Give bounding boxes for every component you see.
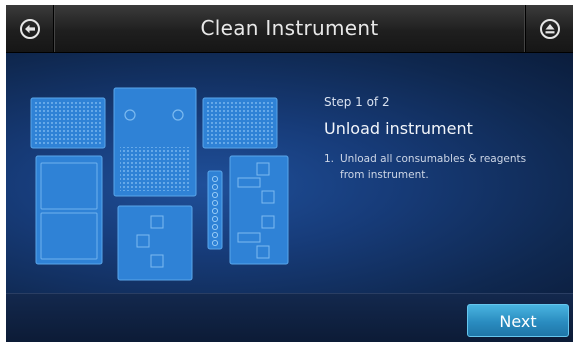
tube-strip <box>207 170 223 250</box>
instruction-number: 1. <box>324 153 335 165</box>
plate-top-right <box>202 97 278 149</box>
header-bar: Clean Instrument <box>6 5 573 53</box>
main-content: Step 1 of 2 Unload instrument 1. Unload a… <box>6 53 573 293</box>
reservoir-left <box>35 155 103 265</box>
footer-bar: Next <box>6 293 573 342</box>
cartridge-right <box>229 155 289 265</box>
eject-icon <box>539 18 560 39</box>
back-arrow-icon <box>19 18 40 39</box>
step-heading: Unload instrument <box>324 119 473 138</box>
screen: Clean Instrument Step 1 of 2 Unload inst… <box>6 5 573 342</box>
step-indicator: Step 1 of 2 <box>324 95 390 109</box>
cartridge-center <box>117 205 193 281</box>
consumables-illustration <box>30 87 289 281</box>
eject-button[interactable] <box>525 5 573 52</box>
back-button[interactable] <box>6 5 54 52</box>
instruction-text-line2: from instrument. <box>340 169 429 181</box>
instruction-list: 1. Unload all consumables & reagents from… <box>324 151 564 183</box>
plate-top-left <box>30 97 106 149</box>
plate-center <box>113 87 197 197</box>
instruction-text-line1: Unload all consumables & reagents <box>340 153 527 165</box>
page-title: Clean Instrument <box>200 16 379 40</box>
next-button[interactable]: Next <box>467 304 569 337</box>
instruction-item: 1. Unload all consumables & reagents <box>324 151 564 167</box>
